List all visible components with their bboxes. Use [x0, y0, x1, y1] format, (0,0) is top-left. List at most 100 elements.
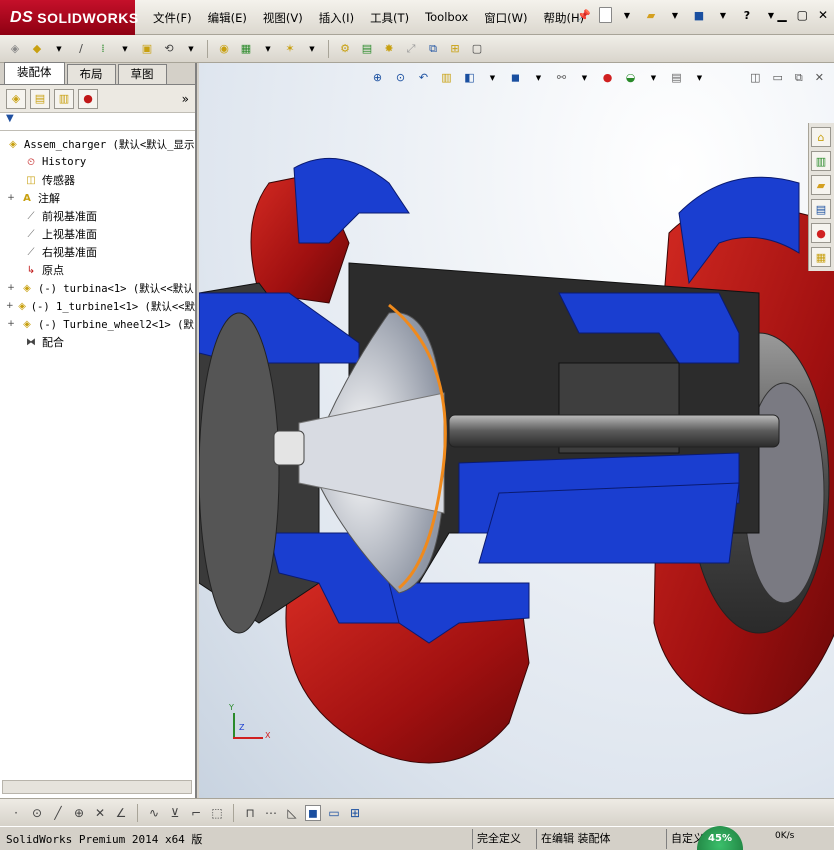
configuration-manager-tab-icon[interactable]: ▥: [54, 88, 74, 109]
centerpoint-icon[interactable]: ⊕: [71, 805, 87, 821]
tree-item-turbina[interactable]: + ◈ (-) turbina<1> (默认<<默认: [0, 279, 195, 297]
menu-edit[interactable]: 编辑(E): [200, 10, 255, 26]
solidworks-logo[interactable]: DS SOLIDWORKS: [0, 0, 138, 35]
graphics-viewport[interactable]: ⊕ ⊙ ↶ ▥ ◧ ▼ ◼ ▼ ⚯ ▼ ● ◒ ▼ ▤ ▼ ◫ ▭ ⧉ ✕ Y …: [199, 63, 834, 798]
menu-file[interactable]: 文件(F): [145, 10, 200, 26]
file-explorer-icon[interactable]: ▰: [811, 175, 831, 195]
feature-tree: ◈ Assem_charger (默认<默认_显示 ⏲ History ◫ 传感…: [0, 131, 195, 351]
move-component-icon[interactable]: ⟲: [160, 40, 178, 58]
design-library-icon[interactable]: ▥: [811, 151, 831, 171]
tree-item-mates[interactable]: ⧓ 配合: [0, 333, 195, 351]
bill-of-materials-icon[interactable]: ▤: [358, 40, 376, 58]
grid-icon[interactable]: ⋯: [263, 805, 279, 821]
save-icon[interactable]: ■: [690, 6, 708, 24]
new-document-icon[interactable]: [599, 7, 612, 23]
rectangle-icon[interactable]: ⬚: [209, 805, 225, 821]
plane-icon: ⟋: [27, 210, 35, 222]
reference-geometry-icon[interactable]: ✶: [281, 40, 299, 58]
explode-line-sketch-icon[interactable]: ⤢: [402, 40, 420, 58]
dropdown-arrow-icon[interactable]: ▼: [303, 40, 321, 58]
open-folder-icon[interactable]: ▰: [642, 6, 660, 24]
menu-view[interactable]: 视图(V): [255, 10, 311, 26]
point-icon[interactable]: ·: [8, 805, 24, 821]
show-hidden-icon[interactable]: ◉: [215, 40, 233, 58]
tree-item-origin[interactable]: ↳ 原点: [0, 261, 195, 279]
tree-item-front-plane[interactable]: ⟋ 前视基准面: [0, 207, 195, 225]
tab-assembly[interactable]: 装配体: [4, 62, 65, 84]
instant3d-icon[interactable]: ▢: [468, 40, 486, 58]
tree-item-1-turbine1[interactable]: + ◈ (-) 1_turbine1<1> (默认<<默: [0, 297, 195, 315]
circle-icon[interactable]: ⊙: [29, 805, 45, 821]
appearances-icon[interactable]: ●: [811, 223, 831, 243]
expand-icon[interactable]: +: [6, 319, 16, 329]
dropdown-arrow-icon[interactable]: ▼: [50, 40, 68, 58]
dropdown-arrow-icon[interactable]: ▼: [714, 6, 732, 24]
line-icon[interactable]: ╱: [50, 805, 66, 821]
tree-item-label: 原点: [42, 264, 64, 277]
turbo-shaft[interactable]: [448, 414, 780, 448]
interference-detection-icon[interactable]: ⧉: [424, 40, 442, 58]
menu-window[interactable]: 窗口(W): [476, 10, 535, 26]
pin-icon[interactable]: 📌: [575, 6, 593, 24]
mate-icon[interactable]: ∕: [72, 40, 90, 58]
tree-item-label: History: [42, 156, 87, 168]
turbocharger-3d-model[interactable]: [199, 63, 834, 798]
dropdown-arrow-icon[interactable]: ▼: [618, 6, 636, 24]
tree-item-top-plane[interactable]: ⟋ 上视基准面: [0, 225, 195, 243]
menu-insert[interactable]: 插入(I): [311, 10, 362, 26]
menu-tools[interactable]: 工具(T): [362, 10, 417, 26]
display-manager-tab-icon[interactable]: ●: [78, 88, 98, 109]
assembly-features-icon[interactable]: ▦: [237, 40, 255, 58]
expand-panel-icon[interactable]: »: [182, 92, 189, 106]
tree-item-history[interactable]: ⏲ History: [0, 153, 195, 171]
tiled-view-icon[interactable]: ⊞: [347, 805, 363, 821]
trim-icon[interactable]: ✕: [92, 805, 108, 821]
tree-item-right-plane[interactable]: ⟋ 右视基准面: [0, 243, 195, 261]
status-editing: 在编辑 装配体: [536, 829, 611, 849]
tree-item-assembly[interactable]: ◈ Assem_charger (默认<默认_显示: [0, 135, 195, 153]
relations-icon[interactable]: ⊻: [167, 805, 183, 821]
tree-item-label: 上视基准面: [42, 228, 97, 241]
toolbar-separator: [233, 803, 234, 822]
dimension-icon[interactable]: ⊓: [242, 805, 258, 821]
insert-component-icon[interactable]: ◈: [6, 40, 24, 58]
solidworks-resources-icon[interactable]: ⌂: [811, 127, 831, 147]
feature-manager-tab-icon[interactable]: ◈: [6, 88, 26, 109]
dropdown-arrow-icon[interactable]: ▼: [182, 40, 200, 58]
menu-toolbox[interactable]: Toolbox: [417, 10, 476, 26]
restore-icon[interactable]: ▢: [797, 8, 808, 22]
custom-properties-icon[interactable]: ▦: [811, 247, 831, 267]
sketch-plane-icon[interactable]: ◺: [284, 805, 300, 821]
tab-layout[interactable]: 布局: [66, 64, 116, 84]
toolbar-separator: [207, 39, 208, 58]
tree-item-turbine-wheel2[interactable]: + ◈ (-) Turbine_wheel2<1> (默: [0, 315, 195, 333]
dropdown-arrow-icon[interactable]: ▼: [666, 6, 684, 24]
dropdown-arrow-icon[interactable]: ▼: [116, 40, 134, 58]
property-manager-tab-icon[interactable]: ▤: [30, 88, 50, 109]
tree-horizontal-scrollbar[interactable]: [2, 780, 192, 794]
shaded-view-icon[interactable]: ◼: [305, 804, 321, 821]
expand-icon[interactable]: +: [6, 301, 14, 311]
dropdown-arrow-icon[interactable]: ▼: [259, 40, 277, 58]
exploded-view-icon[interactable]: ✸: [380, 40, 398, 58]
tree-item-label: 前视基准面: [42, 210, 97, 223]
help-icon[interactable]: ?: [738, 6, 756, 24]
corner-icon[interactable]: ⌐: [188, 805, 204, 821]
wireframe-view-icon[interactable]: ▭: [326, 805, 342, 821]
expand-icon[interactable]: +: [6, 283, 16, 293]
new-motion-study-icon[interactable]: ⚙: [336, 40, 354, 58]
view-palette-icon[interactable]: ▤: [811, 199, 831, 219]
angle-icon[interactable]: ∠: [113, 805, 129, 821]
tree-item-sensors[interactable]: ◫ 传感器: [0, 171, 195, 189]
smart-dimension-icon[interactable]: ∿: [146, 805, 162, 821]
tab-sketch[interactable]: 草图: [117, 64, 167, 84]
clearance-verification-icon[interactable]: ⊞: [446, 40, 464, 58]
linear-pattern-icon[interactable]: ⁞: [94, 40, 112, 58]
filter-icon[interactable]: ▼: [0, 113, 195, 131]
new-part-icon[interactable]: ◆: [28, 40, 46, 58]
tree-item-annotations[interactable]: + A 注解: [0, 189, 195, 207]
close-icon[interactable]: ✕: [818, 8, 828, 22]
smart-fasteners-icon[interactable]: ▣: [138, 40, 156, 58]
expand-icon[interactable]: +: [6, 193, 16, 203]
minimize-icon[interactable]: ▁: [777, 8, 786, 22]
